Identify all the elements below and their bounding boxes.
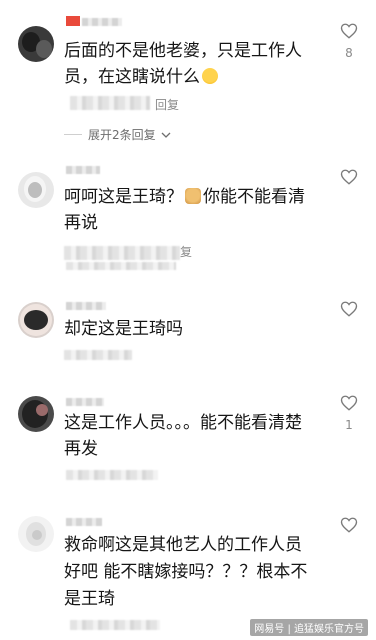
username-blurred	[82, 18, 122, 26]
comment-text: 却定这是王琦吗	[64, 316, 314, 342]
avatar[interactable]	[18, 396, 54, 432]
comment-text-body: 后面的不是他老婆，只是工作人员，在这瞎说什么	[64, 41, 302, 87]
heart-icon	[340, 517, 358, 533]
avatar[interactable]	[18, 302, 54, 338]
timestamp-blurred	[66, 470, 158, 480]
watermark: 网易号 | 追猛娱乐官方号	[250, 619, 368, 636]
comment-text: 呵呵这是王琦？ 你能不能看清再说	[64, 184, 314, 236]
timestamp-blurred	[64, 350, 132, 360]
comment-text-body: 救命啊这是其他艺人的工作人员好吧 能不瞎嫁接吗？？？根本不是王琦	[64, 535, 308, 609]
username-blurred	[66, 518, 102, 526]
timestamp-blurred	[64, 246, 180, 260]
comment-text: 这是工作人员。。。能不能看清楚再发	[64, 410, 314, 462]
heart-icon	[340, 169, 358, 185]
avatar[interactable]	[18, 516, 54, 552]
reply-button[interactable]: 复	[180, 243, 192, 260]
divider-line	[64, 134, 82, 135]
comment-text: 后面的不是他老婆，只是工作人员，在这瞎说什么	[64, 38, 314, 90]
like-button[interactable]: 1	[338, 394, 360, 432]
like-button[interactable]: 8	[338, 22, 360, 60]
comment-text: 救命啊这是其他艺人的工作人员好吧 能不瞎嫁接吗？？？根本不是王琦	[64, 532, 314, 613]
username-blurred	[66, 398, 104, 406]
like-button[interactable]	[338, 516, 360, 534]
avatar[interactable]	[18, 172, 54, 208]
expand-replies-button[interactable]: 展开2条回复	[64, 126, 172, 143]
timestamp-blurred	[70, 620, 160, 630]
reply-button[interactable]: 回复	[155, 96, 179, 113]
comment-text-body: 这是工作人员。。。能不能看清楚再发	[64, 413, 302, 459]
heart-icon	[340, 395, 358, 411]
heart-icon	[340, 23, 358, 39]
username-blurred	[66, 302, 106, 310]
like-count: 1	[345, 418, 353, 432]
expand-replies-label: 展开2条回复	[88, 128, 156, 142]
like-count: 8	[345, 46, 353, 60]
like-button[interactable]	[338, 168, 360, 186]
timestamp-blurred	[70, 96, 150, 110]
chevron-down-icon	[161, 132, 171, 138]
avatar[interactable]	[18, 26, 54, 62]
comment-text-body: 却定这是王琦吗	[64, 319, 183, 339]
timestamp-blurred-2	[66, 262, 176, 270]
like-button[interactable]	[338, 300, 360, 318]
crying-laugh-emoji-icon	[202, 68, 218, 84]
doge-emoji-icon	[185, 188, 201, 204]
heart-icon	[340, 301, 358, 317]
user-badge	[66, 16, 80, 26]
username-blurred	[66, 166, 100, 174]
comment-text-body: 呵呵这是王琦？	[64, 187, 183, 207]
